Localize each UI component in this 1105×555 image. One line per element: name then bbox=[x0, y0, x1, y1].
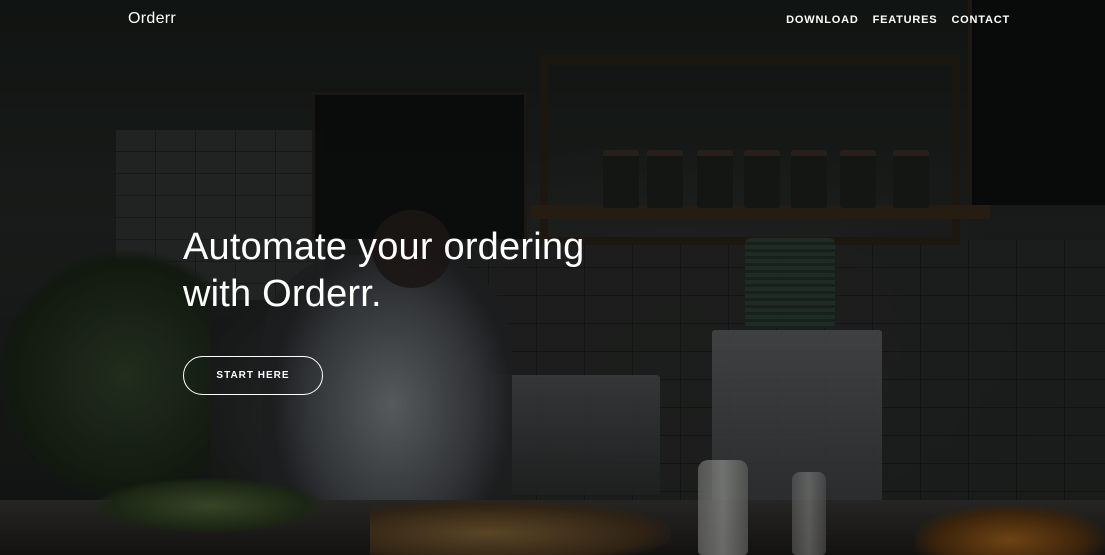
nav-link-contact[interactable]: CONTACT bbox=[951, 14, 1010, 26]
brand-logo-link[interactable]: Orderr bbox=[128, 10, 176, 28]
hero-headline: Automate your ordering with Orderr. bbox=[183, 224, 585, 318]
nav-links: DOWNLOAD FEATURES CONTACT bbox=[786, 14, 1010, 26]
hero-headline-line-1: Automate your ordering bbox=[183, 226, 585, 268]
hero-section: Orderr DOWNLOAD FEATURES CONTACT Automat… bbox=[0, 0, 1105, 555]
hero-headline-line-2: with Orderr. bbox=[183, 273, 382, 315]
nav-link-download[interactable]: DOWNLOAD bbox=[786, 14, 858, 26]
start-here-button[interactable]: START HERE bbox=[183, 356, 323, 395]
navbar: Orderr DOWNLOAD FEATURES CONTACT bbox=[0, 0, 1105, 42]
nav-link-features[interactable]: FEATURES bbox=[873, 14, 938, 26]
